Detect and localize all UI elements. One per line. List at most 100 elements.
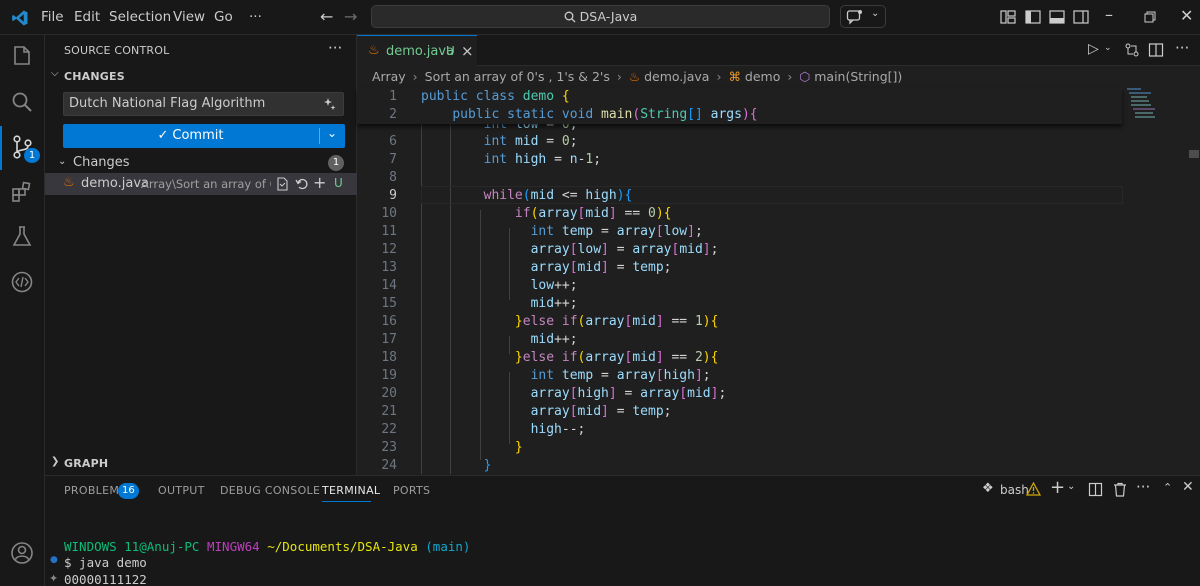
more-actions-icon[interactable]: ···	[1175, 39, 1189, 57]
tab-ports[interactable]: PORTS	[393, 484, 430, 497]
remote-explorer-icon[interactable]	[8, 268, 36, 296]
changes-group-label[interactable]: Changes	[73, 155, 130, 170]
line-number: 24	[381, 458, 397, 473]
minimize-icon[interactable]: –	[1105, 5, 1113, 24]
tab-debug-console[interactable]: DEBUG CONSOLE	[220, 484, 320, 497]
code-line-19[interactable]: 19 int temp = array[high];	[357, 367, 1137, 385]
code-line-18[interactable]: 18 }else if(array[mid] == 2){	[357, 349, 1137, 367]
code-line-1[interactable]: 1 public class demo {	[357, 88, 1137, 106]
extensions-icon[interactable]	[8, 178, 36, 206]
menu-go[interactable]: Go	[214, 9, 233, 25]
bottom-panel: PROBLEMS 16 OUTPUT DEBUG CONSOLE TERMINA…	[45, 475, 1200, 586]
code-line-24[interactable]: 24 }	[357, 457, 1137, 475]
code-line-21[interactable]: 21 array[mid] = temp;	[357, 403, 1137, 421]
maximize-panel-icon[interactable]: ⌃	[1163, 481, 1172, 494]
menu-more[interactable]: ···	[249, 9, 262, 25]
sparkle-icon[interactable]: ✦	[49, 572, 58, 585]
toggle-primary-sidebar-icon[interactable]	[1024, 8, 1042, 26]
open-changes-icon[interactable]	[1124, 42, 1140, 58]
explorer-icon[interactable]	[8, 42, 36, 70]
warning-icon[interactable]	[1026, 482, 1041, 496]
back-arrow-icon[interactable]: ←	[320, 7, 333, 26]
code-line-7[interactable]: 7 int high = n-1;	[357, 151, 1137, 169]
close-tab-icon[interactable]: ×	[461, 42, 474, 60]
close-window-icon[interactable]: ✕	[1180, 6, 1193, 25]
run-icon[interactable]: ▷	[1088, 41, 1099, 57]
breadcrumb-subfolder[interactable]: Sort an array of 0's , 1's & 2's	[425, 69, 610, 84]
source-control-sidebar: SOURCE CONTROL ··· ⌵ CHANGES Dutch Natio…	[45, 35, 357, 475]
breadcrumb-method[interactable]: main(String[])	[814, 69, 902, 84]
line-number: 10	[381, 206, 397, 221]
code-line-13[interactable]: 13 array[mid] = temp;	[357, 259, 1137, 277]
tab-output[interactable]: OUTPUT	[158, 484, 205, 497]
changed-file-row[interactable]: ♨ demo.java Array\Sort an array of 0's..…	[45, 173, 357, 195]
code-line-8[interactable]: 8	[357, 169, 1137, 187]
more-actions-icon[interactable]: ···	[1136, 478, 1150, 496]
customize-layout-icon[interactable]	[999, 8, 1017, 26]
code-line-2[interactable]: 2 public static void main(String[] args)…	[357, 106, 1137, 124]
run-dropdown-chevron-icon[interactable]: ⌄	[1104, 43, 1112, 53]
menu-view[interactable]: View	[173, 9, 205, 25]
code-line-15[interactable]: 15 mid++;	[357, 295, 1137, 313]
copilot-button[interactable]: ⌄	[840, 5, 886, 28]
sticky-scroll: 1 public class demo { 2 public static voi…	[357, 88, 1122, 124]
menu-file[interactable]: File	[41, 9, 64, 25]
sparkle-icon[interactable]	[323, 97, 337, 111]
testing-flask-icon[interactable]	[8, 223, 36, 251]
open-file-icon[interactable]	[275, 177, 289, 191]
changes-section-header[interactable]: CHANGES	[64, 70, 125, 83]
breadcrumb-class[interactable]: demo	[745, 69, 780, 84]
breadcrumb-separator-icon: ›	[787, 69, 793, 84]
commit-dropdown-chevron-icon[interactable]: ⌄	[327, 126, 337, 140]
toggle-panel-icon[interactable]	[1048, 8, 1066, 26]
more-actions-icon[interactable]: ···	[328, 39, 342, 57]
search-view-icon[interactable]	[8, 88, 36, 116]
code-line-22[interactable]: 22 high--;	[357, 421, 1137, 439]
forward-arrow-icon[interactable]: →	[344, 7, 357, 26]
account-icon[interactable]	[8, 539, 36, 567]
restore-icon[interactable]	[1144, 11, 1156, 23]
terminal-shell-name[interactable]: bash	[1000, 483, 1029, 497]
scrollbar-thumb[interactable]	[1189, 150, 1199, 158]
breadcrumb-folder[interactable]: Array	[372, 69, 406, 84]
code-line-16[interactable]: 16 }else if(array[mid] == 1){	[357, 313, 1137, 331]
commit-button[interactable]: ✓ Commit ⌄	[63, 124, 345, 148]
code-line-23[interactable]: 23 }	[357, 439, 1137, 457]
toggle-secondary-sidebar-icon[interactable]	[1072, 8, 1090, 26]
chevron-right-icon[interactable]: ❯	[51, 456, 59, 467]
stage-changes-icon[interactable]: +	[313, 173, 326, 192]
changes-count-badge: 1	[328, 155, 344, 171]
code-line-6[interactable]: 6 int mid = 0;	[357, 133, 1137, 151]
vscode-logo-icon[interactable]	[11, 9, 29, 27]
command-center-search[interactable]: DSA-Java	[371, 5, 830, 28]
new-terminal-icon[interactable]: +	[1050, 477, 1065, 498]
graph-section-header[interactable]: GRAPH	[64, 457, 108, 470]
chevron-down-icon[interactable]: ⌄	[1067, 481, 1075, 492]
split-editor-icon[interactable]	[1148, 42, 1164, 58]
line-number: 23	[381, 440, 397, 455]
terminal-icon: ❖	[982, 481, 994, 496]
code-line-20[interactable]: 20 array[high] = array[mid];	[357, 385, 1137, 403]
code-line-17[interactable]: 17 mid++;	[357, 331, 1137, 349]
split-terminal-icon[interactable]	[1088, 482, 1103, 497]
close-panel-icon[interactable]: ✕	[1182, 479, 1194, 495]
code-line-11[interactable]: 11 int temp = array[low];	[357, 223, 1137, 241]
code-line-12[interactable]: 12 array[low] = array[mid];	[357, 241, 1137, 259]
code-line-14[interactable]: 14 low++;	[357, 277, 1137, 295]
breadcrumb-file[interactable]: demo.java	[644, 69, 709, 84]
commit-message-input[interactable]: Dutch National Flag Algorithm	[63, 92, 344, 116]
chevron-down-icon[interactable]: ⌵	[51, 68, 59, 79]
code-line-10[interactable]: 10 if(array[mid] == 0){	[357, 205, 1137, 223]
menu-selection[interactable]: Selection	[109, 9, 171, 25]
line-number: 12	[381, 242, 397, 257]
chevron-down-icon[interactable]: ⌄	[58, 156, 66, 167]
command-decoration-icon[interactable]: ●	[50, 555, 58, 565]
line-number: 17	[381, 332, 397, 347]
code-line-9[interactable]: 9 while(mid <= high){	[357, 187, 1137, 205]
tab-terminal[interactable]: TERMINAL	[322, 484, 380, 497]
trash-icon[interactable]	[1113, 482, 1127, 497]
commit-main-button[interactable]: ✓ Commit	[63, 124, 318, 148]
discard-changes-icon[interactable]	[295, 177, 309, 191]
menu-edit[interactable]: Edit	[74, 9, 100, 25]
tab-demo-java[interactable]: ♨ demo.java U ×	[357, 35, 477, 66]
